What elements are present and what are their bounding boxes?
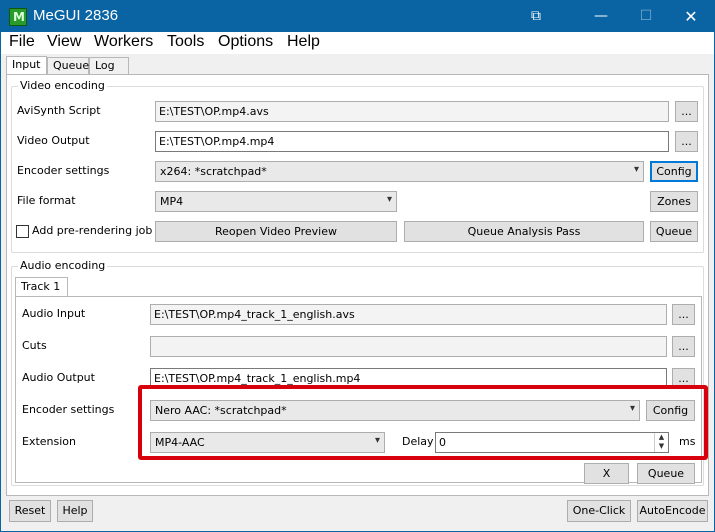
menu-file[interactable]: File — [9, 33, 35, 51]
video-output-label: Video Output — [17, 134, 90, 147]
tab-input[interactable]: Input — [6, 56, 47, 76]
audio-input-browse-button[interactable]: ... — [672, 304, 695, 325]
video-encoding-title: Video encoding — [18, 79, 107, 92]
extension-label: Extension — [22, 435, 77, 448]
menu-options[interactable]: Options — [218, 33, 273, 51]
menu-view[interactable]: View — [47, 33, 81, 51]
reopen-video-preview-button[interactable]: Reopen Video Preview — [155, 221, 397, 242]
prerender-checkbox[interactable] — [16, 225, 29, 238]
chevron-down-icon: ▾ — [386, 194, 392, 205]
window-title: MeGUI 2836 — [33, 7, 119, 24]
avisynth-script-field[interactable]: E:\TEST\OP.mp4.avs — [155, 101, 669, 122]
audio-input-label: Audio Input — [22, 307, 86, 320]
audio-input-field[interactable]: E:\TEST\OP.mp4_track_1_english.avs — [150, 304, 667, 325]
file-format-select[interactable]: MP4 ▾ — [155, 191, 397, 212]
menu-help[interactable]: Help — [287, 33, 320, 51]
video-encoder-select[interactable]: x264: *scratchpad* ▾ — [155, 161, 644, 182]
close-button[interactable]: ✕ — [668, 1, 714, 32]
menu-tools[interactable]: Tools — [167, 33, 204, 51]
menu-bar: File View Workers Tools Options Help — [1, 32, 714, 54]
chevron-down-icon: ▾ — [633, 164, 639, 175]
queue-analysis-pass-button[interactable]: Queue Analysis Pass — [404, 221, 644, 242]
video-output-browse-button[interactable]: ... — [675, 131, 698, 152]
video-encoder-value: x264: *scratchpad* — [160, 165, 267, 178]
audio-output-label: Audio Output — [22, 371, 95, 384]
help-button[interactable]: Help — [57, 500, 93, 522]
audio-queue-button[interactable]: Queue — [637, 463, 695, 484]
cuts-field[interactable] — [150, 336, 667, 357]
audio-encoding-title: Audio encoding — [18, 259, 108, 272]
menu-workers[interactable]: Workers — [94, 33, 153, 51]
video-output-field[interactable]: E:\TEST\OP.mp4.mp4 — [155, 131, 669, 152]
audio-encoder-settings-label: Encoder settings — [22, 403, 115, 416]
title-bar: MeGUI 2836 ⧉ — ☐ ✕ — [1, 1, 714, 32]
minimize-button[interactable]: — — [578, 1, 624, 32]
tab-queue[interactable]: Queue — [47, 57, 89, 75]
reset-button[interactable]: Reset — [9, 500, 51, 522]
avisynth-browse-button[interactable]: ... — [675, 101, 698, 122]
prerender-label: Add pre-rendering job — [32, 224, 153, 237]
file-format-value: MP4 — [160, 195, 184, 208]
one-click-button[interactable]: One-Click — [567, 500, 631, 522]
avisynth-script-label: AviSynth Script — [17, 104, 101, 117]
video-encoder-settings-label: Encoder settings — [17, 164, 110, 177]
tab-log[interactable]: Log — [89, 57, 129, 75]
video-config-button[interactable]: Config — [650, 161, 698, 182]
window-layout-icon[interactable]: ⧉ — [513, 1, 559, 32]
audio-remove-track-button[interactable]: X — [584, 463, 629, 484]
file-format-label: File format — [17, 194, 76, 207]
maximize-button[interactable]: ☐ — [623, 1, 669, 32]
autoencode-button[interactable]: AutoEncode — [637, 500, 708, 522]
tab-track-1[interactable]: Track 1 — [15, 277, 68, 297]
zones-button[interactable]: Zones — [650, 191, 698, 212]
megui-app-icon — [9, 8, 27, 26]
megui-window: MeGUI 2836 ⧉ — ☐ ✕ File View Workers Too… — [0, 0, 715, 532]
cuts-label: Cuts — [22, 339, 47, 352]
highlight-annotation — [138, 385, 708, 460]
video-encoding-group: Video encoding AviSynth Script E:\TEST\O… — [11, 79, 704, 253]
cuts-browse-button[interactable]: ... — [672, 336, 695, 357]
video-queue-button[interactable]: Queue — [650, 221, 698, 242]
